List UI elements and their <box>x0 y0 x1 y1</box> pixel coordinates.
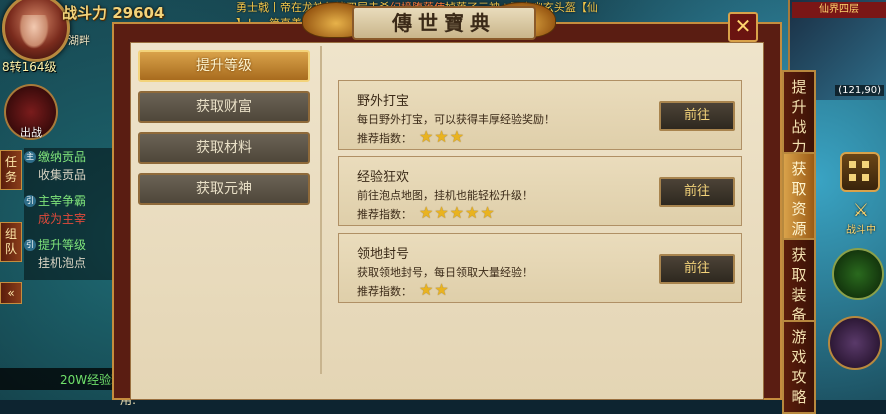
star-icon: ★ <box>419 203 434 222</box>
menu-item-spirit[interactable]: 获取元神 <box>138 173 310 205</box>
task-tab-label: 任务 <box>4 155 17 184</box>
collapse-arrow-icon[interactable]: « <box>0 282 22 304</box>
menu-grid-button[interactable] <box>840 152 880 192</box>
star-rating: ★★★ <box>419 127 465 146</box>
star-icon: ★ <box>449 203 465 222</box>
quest-desc: 收集贡品 <box>38 168 87 182</box>
star-icon: ★ <box>465 203 480 222</box>
tab-power[interactable]: 提升战力 <box>782 70 816 164</box>
quest-item[interactable]: 主 缴纳贡品 收集贡品 <box>24 148 114 192</box>
activity-name: 经验狂欢 <box>357 170 410 185</box>
tab-label: 获取装备 <box>791 246 807 324</box>
team-tab-label: 组队 <box>4 227 17 256</box>
tab-label: 提升战力 <box>791 78 807 156</box>
star-rating: ★★ <box>419 280 450 299</box>
star-icon: ★ <box>434 280 449 299</box>
quest-title: 缴纳贡品 <box>38 150 87 164</box>
quest-type-icon: 引 <box>24 195 36 207</box>
menu-item-wealth[interactable]: 获取财富 <box>138 91 310 123</box>
star-icon: ★ <box>449 127 465 146</box>
recommend-label: 推荐指数： <box>357 208 412 221</box>
star-icon: ★ <box>434 127 449 146</box>
tab-resources[interactable]: 获取资源 <box>782 152 816 246</box>
star-rating: ★★★★★ <box>419 203 496 222</box>
go-button[interactable]: 前往 <box>659 101 735 131</box>
panel-divider <box>320 46 322 374</box>
skill-button[interactable] <box>832 248 884 300</box>
quest-item[interactable]: 引 主宰争霸 成为主宰 <box>24 192 114 236</box>
panel-title: 傳世寶典 <box>352 6 536 40</box>
map-coordinates: (121,90) <box>835 85 884 96</box>
map-name: 仙界四层 <box>792 2 886 18</box>
activity-desc: 获取领地封号，每日领取大量经验！ <box>357 266 533 279</box>
combat-power: 战斗力 29604 <box>62 4 165 22</box>
fight-label: 出战 <box>20 126 42 139</box>
activity-name: 野外打宝 <box>357 94 410 109</box>
player-name: 湖畔 <box>68 34 90 47</box>
quest-item[interactable]: 引 提升等级 挂机泡点 <box>24 236 114 280</box>
team-tab[interactable]: 组队 <box>0 222 22 262</box>
menu-item-level-up[interactable]: 提升等级 <box>138 50 310 82</box>
skull-skill-button[interactable] <box>828 316 882 370</box>
player-level: 8转164级 <box>2 60 57 74</box>
menu-item-materials[interactable]: 获取材料 <box>138 132 310 164</box>
go-button[interactable]: 前往 <box>659 254 735 284</box>
task-tab[interactable]: 任务 <box>0 150 22 190</box>
activity-desc: 前往泡点地图，挂机也能轻松升级！ <box>357 189 533 202</box>
quest-title: 主宰争霸 <box>38 194 87 208</box>
star-icon: ★ <box>419 280 434 299</box>
battle-status[interactable]: ⚔ 战斗中 <box>840 200 882 236</box>
quest-title: 提升等级 <box>38 238 87 252</box>
quest-tracker: 主 缴纳贡品 收集贡品 引 主宰争霸 成为主宰 引 提升等级 挂机泡点 <box>24 148 114 280</box>
summon-fight-button[interactable]: 出战 <box>4 84 58 140</box>
star-icon: ★ <box>434 203 449 222</box>
activity-card: 野外打宝 每日野外打宝，可以获得丰厚经验奖励！ 推荐指数： ★★★ 前往 <box>338 80 742 150</box>
tab-label: 游戏攻略 <box>791 328 807 406</box>
quest-type-icon: 主 <box>24 151 36 163</box>
close-button[interactable]: ✕ <box>728 12 758 42</box>
activity-name: 领地封号 <box>357 247 410 262</box>
quest-desc: 挂机泡点 <box>38 256 87 270</box>
tab-label: 获取资源 <box>791 160 807 238</box>
go-button[interactable]: 前往 <box>659 177 735 207</box>
activity-desc: 每日野外打宝，可以获得丰厚经验奖励！ <box>357 113 555 126</box>
quest-desc: 成为主宰 <box>38 212 87 226</box>
crossed-swords-icon: ⚔ <box>852 200 870 221</box>
recommend-label: 推荐指数： <box>357 285 412 298</box>
tab-equipment[interactable]: 获取装备 <box>782 238 816 332</box>
battle-label: 战斗中 <box>846 225 876 236</box>
recommend-label: 推荐指数： <box>357 132 412 145</box>
activity-card: 经验狂欢 前往泡点地图，挂机也能轻松升级！ 推荐指数： ★★★★★ 前往 <box>338 156 742 226</box>
quest-type-icon: 引 <box>24 239 36 251</box>
activity-card: 领地封号 获取领地封号，每日领取大量经验！ 推荐指数： ★★ 前往 <box>338 233 742 303</box>
star-icon: ★ <box>419 127 434 146</box>
star-icon: ★ <box>480 203 495 222</box>
